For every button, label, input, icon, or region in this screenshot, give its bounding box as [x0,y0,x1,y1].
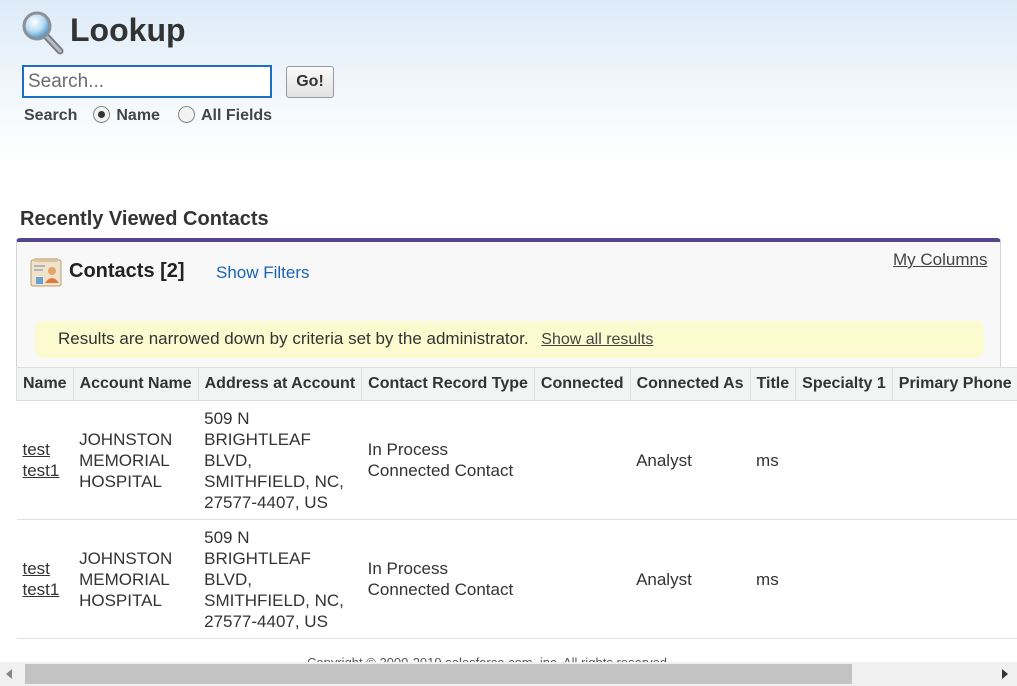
contacts-icon [30,258,62,287]
title-cell: ms [750,519,796,639]
connected-cell [534,400,631,520]
column-header[interactable]: Name [16,367,74,401]
panel-title: Contacts [2] [69,260,185,282]
contact-name-link[interactable]: test test1 [23,559,60,599]
account-cell: JOHNSTON MEMORIAL HOSPITAL [73,519,199,639]
contact-name-link[interactable]: test test1 [23,440,60,480]
my-columns-link[interactable]: My Columns [893,250,987,270]
contact-last-name: test1 [22,580,60,599]
record-type-cell: In Process Connected Contact [361,519,535,639]
address-line: BRIGHTLEAF [204,548,311,568]
specialty-cell [795,519,893,639]
page-title: Lookup [70,11,186,48]
column-header[interactable]: Specialty 1 [795,367,893,401]
scope-all-fields-radio[interactable] [177,105,195,123]
scope-name-label: Name [116,107,160,124]
address-line: BLVD, [204,450,252,470]
search-scope: Search Name All Fields [24,105,273,125]
column-header[interactable]: Address at Account [197,367,363,401]
address-line: 509 N [204,408,250,428]
contact-first-name: test [22,440,50,459]
restriction-notice: Results are narrowed down by criteria se… [35,321,984,358]
table-row: test test1 JOHNSTON MEMORIAL HOSPITAL 509… [16,400,1017,520]
scope-all-fields-label: All Fields [200,107,273,124]
scrollbar-thumb[interactable] [25,664,852,684]
column-header[interactable]: Connected As [629,367,751,401]
account-line: HOSPITAL [79,590,162,610]
account-line: JOHNSTON [79,429,173,449]
scroll-left-arrow-icon[interactable] [6,669,12,679]
column-header[interactable]: Contact Record Type [361,367,535,401]
column-header[interactable]: Title [749,367,797,401]
account-line: MEMORIAL [79,450,170,470]
scroll-right-arrow-icon[interactable] [1002,669,1008,679]
address-line: 509 N [204,527,250,547]
magnifier-icon [22,11,64,55]
connected-as-cell: Analyst [630,519,751,639]
show-all-results-link[interactable]: Show all results [541,331,653,348]
account-cell: JOHNSTON MEMORIAL HOSPITAL [73,400,199,520]
address-line: SMITHFIELD, NC, [204,590,344,610]
connected-cell [534,519,631,639]
phone-cell [892,400,1017,520]
column-header[interactable]: Connected [533,367,631,401]
notice-text: Results are narrowed down by criteria se… [58,329,529,348]
record-type-cell: In Process Connected Contact [361,400,535,520]
section-title: Recently Viewed Contacts [20,208,269,230]
account-line: MEMORIAL [79,569,170,589]
go-button[interactable]: Go! [286,66,334,98]
address-line: SMITHFIELD, NC, [204,471,344,491]
record-type-line: In Process [367,440,448,459]
record-type-line: Connected Contact [367,461,514,480]
record-type-line: In Process [367,559,448,578]
record-type-line: Connected Contact [367,580,514,599]
address-line: BRIGHTLEAF [204,429,311,449]
show-filters-link[interactable]: Show Filters [216,263,310,283]
table-row: test test1 JOHNSTON MEMORIAL HOSPITAL 509… [16,519,1017,639]
radio-selected-dot [98,110,106,118]
contact-last-name: test1 [22,461,60,480]
column-header[interactable]: Account Name [72,367,199,401]
contacts-table: Name Account Name Address at Account Con… [16,367,1017,639]
address-cell: 509 N BRIGHTLEAF BLVD, SMITHFIELD, NC, 2… [198,519,362,639]
account-line: HOSPITAL [79,471,162,491]
name-cell: test test1 [16,519,74,639]
search-scope-label: Search [24,107,78,124]
table-header-row: Name Account Name Address at Account Con… [16,367,1017,401]
address-line: 27577-4407, US [204,492,328,512]
title-row: Lookup [18,8,186,56]
search-input[interactable] [22,65,272,98]
contact-first-name: test [22,559,50,578]
phone-cell [892,519,1017,639]
horizontal-scrollbar[interactable] [0,662,1017,686]
column-header[interactable]: Primary Phone [891,367,1017,401]
connected-as-cell: Analyst [630,400,751,520]
address-cell: 509 N BRIGHTLEAF BLVD, SMITHFIELD, NC, 2… [198,400,362,520]
address-line: BLVD, [204,569,252,589]
specialty-cell [795,400,893,520]
title-cell: ms [750,400,796,520]
address-line: 27577-4407, US [204,611,328,631]
scope-name-radio[interactable] [93,105,111,123]
lookup-page: Lookup Go! Search Name All Fields Recent… [0,0,1017,686]
name-cell: test test1 [16,400,74,520]
account-line: JOHNSTON [79,548,173,568]
